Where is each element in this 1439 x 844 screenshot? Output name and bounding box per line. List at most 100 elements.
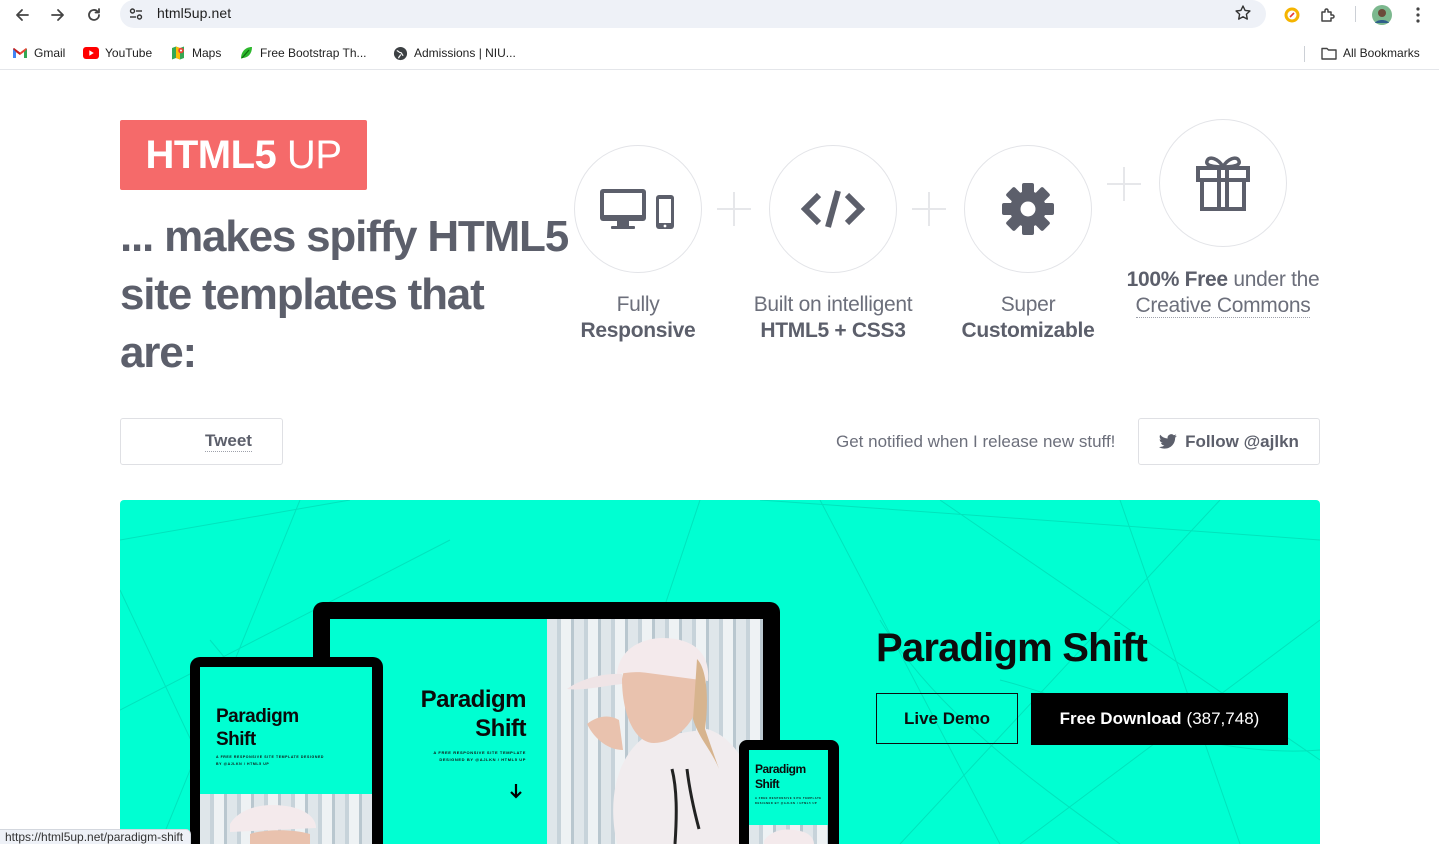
mock-subtitle-line-1: A FREE RESPONSIVE SITE TEMPLATE — [433, 750, 526, 755]
browser-toolbar: html5up.net — [0, 0, 1439, 34]
download-count: (387,748) — [1186, 709, 1260, 728]
youtube-icon — [83, 45, 99, 61]
profile-avatar[interactable] — [1370, 3, 1394, 27]
model-photo — [200, 794, 372, 844]
model-illustration — [764, 829, 814, 844]
feature-caption: Built on intelligent HTML5 + CSS3 — [733, 292, 933, 344]
mock-title-line-2: Shift — [475, 715, 526, 742]
html5up-logo[interactable]: HTML5 UP — [120, 120, 367, 190]
extension-icon[interactable] — [1280, 3, 1304, 27]
reload-icon — [88, 8, 100, 21]
model-illustration — [230, 804, 316, 844]
feature-circle — [574, 145, 702, 273]
bookmark-admissions[interactable]: Admissions | NIU... — [392, 45, 516, 61]
forward-button[interactable] — [44, 2, 72, 28]
toolbar-divider — [1355, 6, 1356, 22]
feature-line-2: HTML5 + CSS3 — [760, 319, 906, 342]
phone-screen: Paradigm Shift A FREE RESPONSIVE SITE TEM… — [749, 750, 828, 825]
tagline-part-1: ... makes — [120, 212, 307, 261]
mock-title: Paradigm Shift — [755, 762, 806, 792]
creative-commons-link[interactable]: Creative Commons — [1135, 294, 1311, 318]
template-title[interactable]: Paradigm Shift — [876, 626, 1148, 671]
link-status-bar: https://html5up.net/paradigm-shift — [0, 829, 192, 844]
mock-title-line-1: Paradigm — [216, 706, 299, 727]
bookmarks-divider — [1304, 46, 1305, 62]
bookmark-star-icon[interactable] — [1234, 4, 1252, 27]
feature-line-2: Customizable — [961, 319, 1095, 342]
address-bar[interactable]: html5up.net — [120, 0, 1266, 28]
hero-tagline: ... makes spiffy HTML5 site templates th… — [120, 208, 570, 382]
bookmark-free-bootstrap[interactable]: Free Bootstrap Th... — [238, 45, 367, 61]
arrow-down-icon — [510, 784, 522, 799]
gift-icon — [1196, 156, 1250, 211]
mock-title-line-1: Paradigm — [420, 686, 527, 713]
mock-subtitle-line-1: A FREE RESPONSIVE SITE TEMPLATE — [755, 797, 822, 800]
back-arrow-icon — [16, 9, 29, 21]
feature-customizable: Super Customizable — [928, 145, 1128, 344]
feature-html5-css3: Built on intelligent HTML5 + CSS3 — [733, 145, 933, 344]
laptop-mockup: Paradigm Shift A FREE RESPONSIVE SITE TEM… — [313, 602, 780, 844]
globe-icon — [392, 45, 408, 61]
feature-line-1: Fully — [616, 293, 660, 316]
follow-twitter-button[interactable]: Follow @ajlkn — [1138, 418, 1320, 465]
twitter-bird-icon — [1159, 434, 1177, 449]
feature-line-1: Built on intelligent — [753, 293, 913, 316]
feature-line-2: Responsive — [580, 319, 696, 342]
mock-subtitle: A FREE RESPONSIVE SITE TEMPLATE DESIGNED… — [216, 754, 324, 768]
url-text: html5up.net — [157, 5, 232, 21]
gmail-icon — [12, 45, 28, 61]
mock-title: Paradigm Shift — [216, 705, 299, 751]
mock-subtitle-line-2: DESIGNED BY @AJLKN / HTML5 UP — [439, 757, 526, 762]
mock-title-line-1: Paradigm — [755, 762, 806, 776]
bookmark-label: Maps — [192, 46, 222, 60]
feature-circle — [1159, 119, 1287, 247]
mock-subtitle-line-2: BY @AJLKN / HTML5 UP — [216, 762, 270, 766]
gear-icon — [1002, 183, 1054, 235]
feature-circle — [964, 145, 1092, 273]
mock-subtitle-line-2: DESIGNED BY @AJLKN / HTML5 UP — [755, 802, 818, 805]
all-bookmarks-button[interactable]: All Bookmarks — [1321, 45, 1420, 61]
bookmark-maps[interactable]: Maps — [170, 45, 221, 61]
mock-title-line-2: Shift — [216, 729, 256, 750]
mock-subtitle: A FREE RESPONSIVE SITE TEMPLATE DESIGNED … — [433, 749, 526, 763]
free-download-button[interactable]: Free Download (387,748) — [1031, 693, 1288, 745]
mock-title: Paradigm Shift — [420, 685, 527, 743]
feature-caption: 100% Free under the Creative Commons — [1123, 267, 1323, 319]
feature-responsive: Fully Responsive — [538, 145, 738, 344]
devices-icon — [600, 189, 674, 229]
bookmark-gmail[interactable]: Gmail — [12, 45, 65, 61]
browser-menu-icon[interactable] — [1406, 3, 1430, 27]
bookmark-label: Gmail — [34, 46, 66, 60]
logo-bold-text: HTML5 — [145, 133, 277, 177]
live-demo-button[interactable]: Live Demo — [876, 693, 1018, 744]
back-button[interactable] — [8, 2, 36, 28]
mock-title-line-2: Shift — [755, 777, 780, 791]
extensions-puzzle-icon[interactable] — [1316, 3, 1340, 27]
feature-rest: under the — [1227, 268, 1320, 291]
feature-caption: Fully Responsive — [538, 292, 738, 344]
notify-text: Get notified when I release new stuff! — [836, 432, 1116, 451]
bookmark-label: YouTube — [105, 46, 153, 60]
bookmark-label: Admissions | NIU... — [414, 46, 516, 60]
feature-bold: 100% Free — [1126, 268, 1229, 291]
bookmark-label: Free Bootstrap Th... — [260, 46, 367, 60]
mock-subtitle-line-1: A FREE RESPONSIVE SITE TEMPLATE DESIGNED — [216, 755, 325, 759]
bootstrap-leaf-icon — [238, 45, 254, 61]
tablet-screen: Paradigm Shift A FREE RESPONSIVE SITE TEM… — [200, 667, 372, 794]
mock-subtitle: A FREE RESPONSIVE SITE TEMPLATE DESIGNED … — [755, 796, 822, 806]
model-photo — [547, 619, 763, 844]
tweet-label: Tweet — [205, 431, 252, 452]
tablet-mockup: Paradigm Shift A FREE RESPONSIVE SITE TEM… — [190, 657, 383, 844]
tweet-button[interactable]: Tweet — [120, 418, 283, 465]
site-info-icon[interactable] — [128, 6, 144, 27]
code-icon — [801, 190, 865, 228]
feature-free-cc: 100% Free under the Creative Commons — [1123, 119, 1323, 319]
feature-circle — [769, 145, 897, 273]
bookmarks-bar: Gmail YouTube Maps Free Bootstrap Th... … — [0, 38, 1439, 70]
feature-line-1: Super — [1000, 293, 1056, 316]
bookmark-youtube[interactable]: YouTube — [83, 45, 152, 61]
reload-button[interactable] — [80, 2, 108, 28]
phone-mockup: Paradigm Shift A FREE RESPONSIVE SITE TEM… — [739, 740, 839, 844]
model-photo — [749, 825, 828, 844]
forward-arrow-icon — [51, 9, 64, 21]
